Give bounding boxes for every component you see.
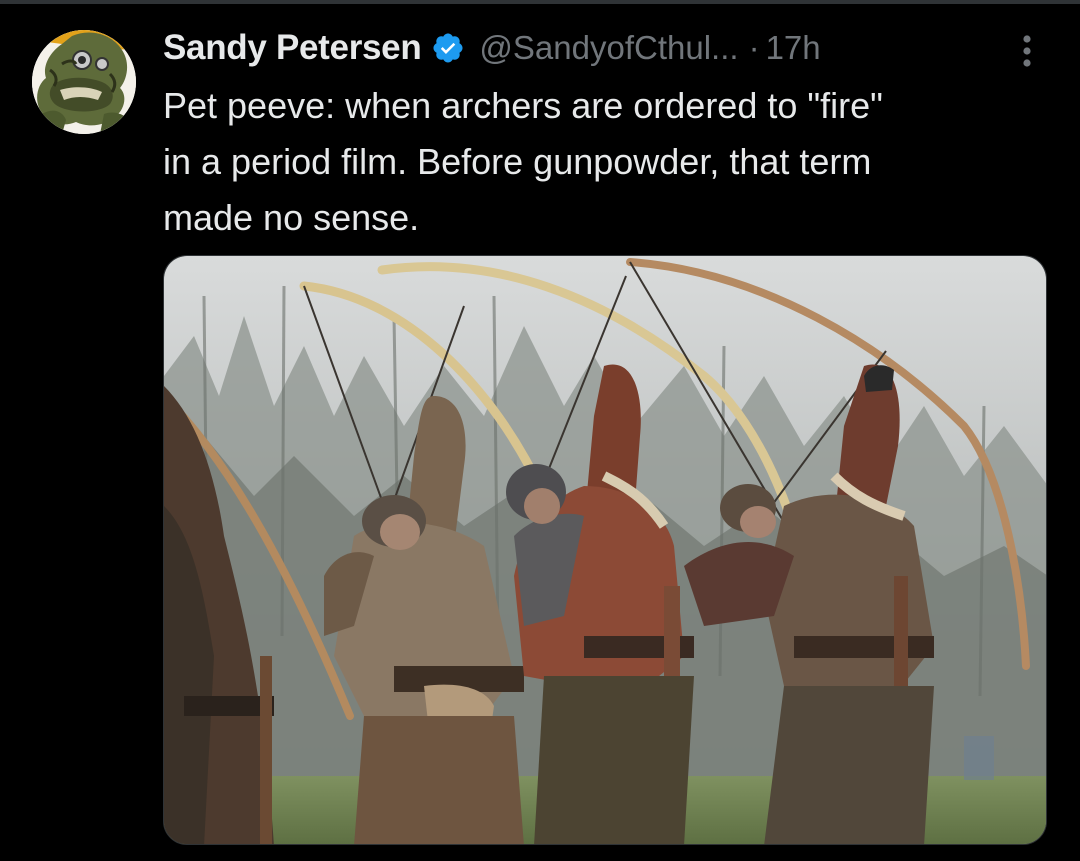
verified-badge-icon[interactable] bbox=[431, 31, 465, 65]
avatar[interactable] bbox=[32, 30, 136, 134]
more-vertical-icon[interactable] bbox=[1012, 31, 1042, 71]
tweet-text: Pet peeve: when archers are ordered to "… bbox=[163, 85, 883, 238]
timestamp[interactable]: 17h bbox=[766, 29, 821, 67]
archers-photo bbox=[164, 256, 1046, 844]
tweet[interactable]: Sandy Petersen @SandyofCthul... · 17h Pe… bbox=[0, 0, 1080, 861]
tweet-image[interactable] bbox=[163, 255, 1047, 845]
tweet-header: Sandy Petersen @SandyofCthul... · 17h bbox=[163, 26, 821, 70]
author-handle[interactable]: @SandyofCthul... bbox=[479, 29, 738, 67]
author-name[interactable]: Sandy Petersen bbox=[163, 28, 422, 68]
divider bbox=[0, 0, 1080, 4]
separator-dot: · bbox=[748, 29, 760, 66]
avatar-image bbox=[32, 30, 136, 134]
